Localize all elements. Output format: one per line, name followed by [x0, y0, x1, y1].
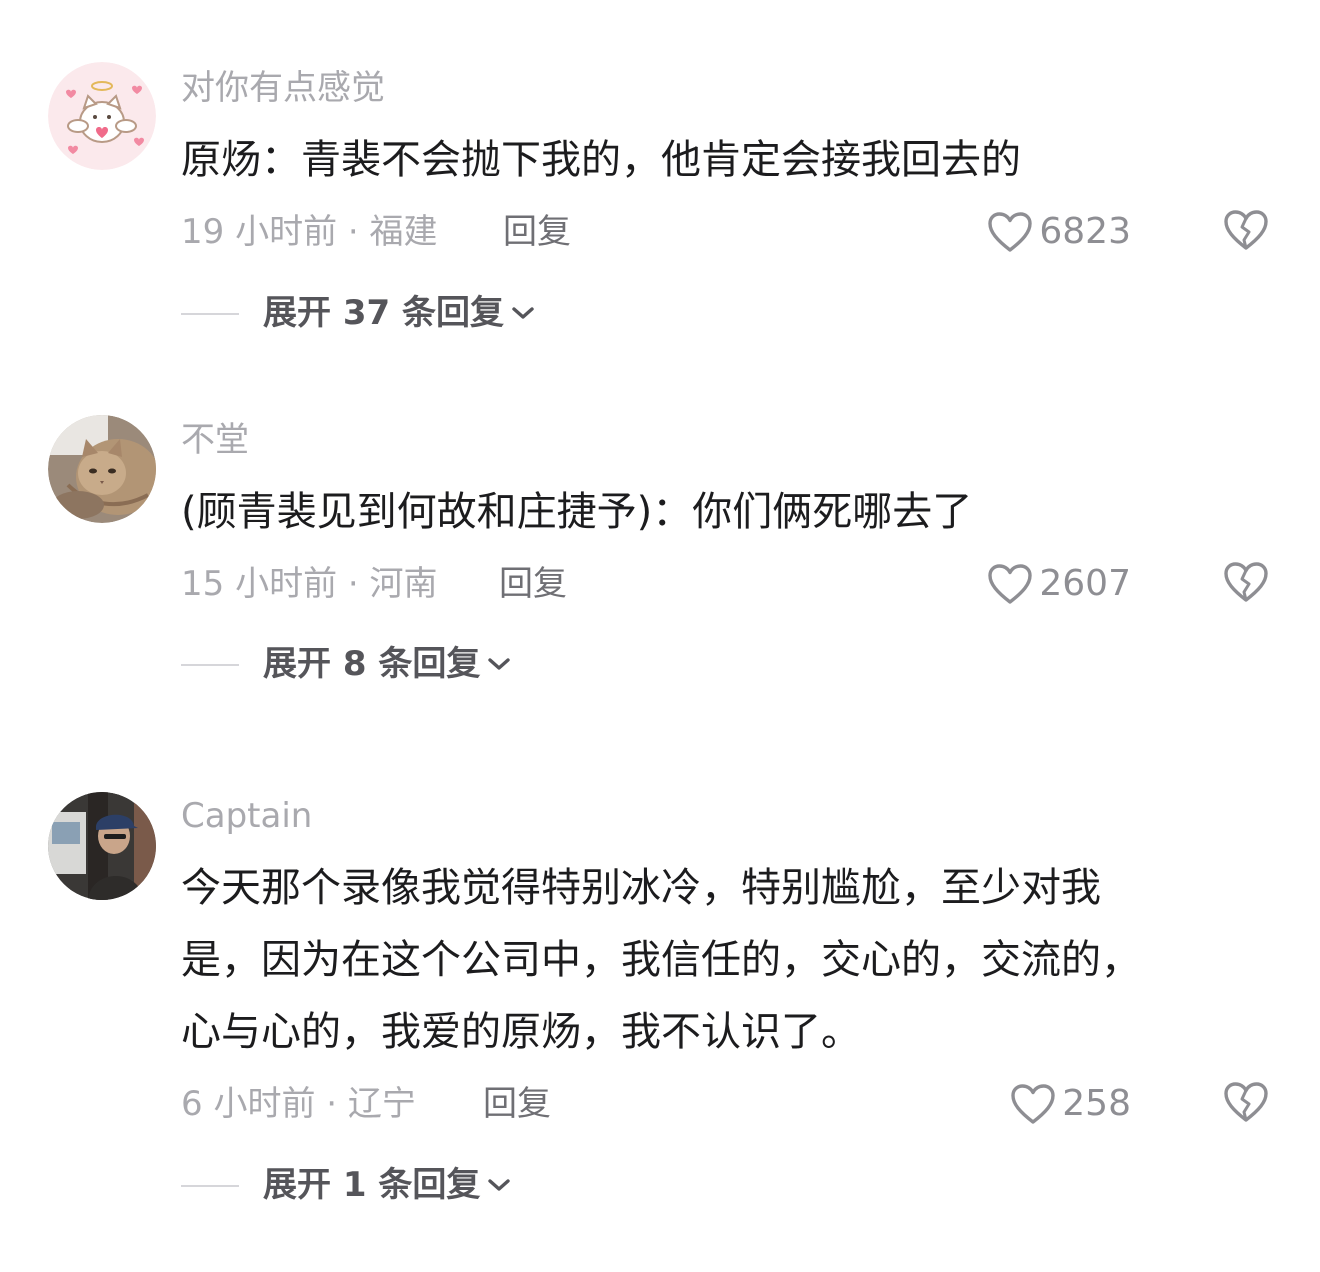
like-button[interactable]: 6823	[987, 207, 1131, 257]
avatar[interactable]	[48, 415, 156, 523]
username[interactable]: Captain	[181, 796, 312, 836]
broken-heart-icon	[1223, 561, 1269, 607]
comment-meta-row: 6 小时前 · 辽宁 回复 258	[181, 1079, 1281, 1129]
timestamp-location: 6 小时前 · 辽宁	[181, 1084, 416, 1124]
comment-text-line: (顾青裴见到何故和庄捷予)：你们俩死哪去了	[181, 489, 973, 535]
dislike-button[interactable]	[1223, 207, 1269, 257]
like-button[interactable]: 2607	[987, 559, 1131, 609]
like-button[interactable]: 258	[1010, 1079, 1131, 1129]
heart-outline-icon	[987, 563, 1033, 605]
reply-button[interactable]: 回复	[499, 559, 567, 609]
comment-text-line: 心与心的，我爱的原炀，我不认识了。	[181, 1009, 861, 1055]
heart-outline-icon	[1010, 1083, 1056, 1125]
expand-replies-label: 展开 8 条回复	[263, 644, 481, 684]
expand-replies: 展开 1 条回复	[181, 1160, 681, 1210]
comment-text: 今天那个录像我觉得特别冰冷，特别尴尬，至少对我 是，因为在这个公司中，我信任的，…	[181, 852, 1241, 1068]
heart-outline-icon	[987, 211, 1033, 253]
comment-meta-row: 19 小时前 · 福建 回复 6823	[181, 207, 1281, 257]
chevron-down-icon	[480, 1177, 512, 1193]
chevron-down-icon	[480, 656, 512, 672]
comment-meta-row: 15 小时前 · 河南 回复 2607	[181, 559, 1281, 609]
dislike-button[interactable]	[1223, 1079, 1269, 1129]
timestamp-location: 19 小时前 · 福建	[181, 212, 438, 252]
like-count: 6823	[1039, 211, 1131, 252]
divider	[181, 664, 239, 666]
expand-replies-label: 展开 37 条回复	[263, 293, 504, 333]
comment-text: (顾青裴见到何故和庄捷予)：你们俩死哪去了	[181, 476, 1241, 548]
expand-replies: 展开 8 条回复	[181, 639, 681, 689]
comment-text-line: 是，因为在这个公司中，我信任的，交心的，交流的，	[181, 937, 1141, 983]
avatar[interactable]	[48, 62, 156, 170]
comment-text-line: 今天那个录像我觉得特别冰冷，特别尴尬，至少对我	[181, 865, 1101, 911]
dislike-button[interactable]	[1223, 559, 1269, 609]
expand-replies: 展开 37 条回复	[181, 288, 681, 338]
avatar[interactable]	[48, 792, 156, 900]
like-count: 2607	[1039, 563, 1131, 604]
expand-replies-button[interactable]: 展开 1 条回复	[263, 1160, 512, 1210]
expand-replies-label: 展开 1 条回复	[263, 1165, 481, 1205]
comment-text: 原炀：青裴不会抛下我的，他肯定会接我回去的	[181, 124, 1241, 196]
reply-button[interactable]: 回复	[483, 1079, 551, 1129]
expand-replies-button[interactable]: 展开 37 条回复	[263, 288, 536, 338]
username[interactable]: 对你有点感觉	[181, 68, 385, 108]
broken-heart-icon	[1223, 1081, 1269, 1127]
expand-replies-button[interactable]: 展开 8 条回复	[263, 639, 512, 689]
reply-button[interactable]: 回复	[503, 207, 571, 257]
like-count: 258	[1062, 1083, 1131, 1124]
broken-heart-icon	[1223, 209, 1269, 255]
divider	[181, 1185, 239, 1187]
timestamp-location: 15 小时前 · 河南	[181, 564, 438, 604]
comment-text-line: 原炀：青裴不会抛下我的，他肯定会接我回去的	[181, 137, 1021, 183]
chevron-down-icon	[504, 305, 536, 321]
username[interactable]: 不堂	[181, 420, 249, 460]
divider	[181, 313, 239, 315]
